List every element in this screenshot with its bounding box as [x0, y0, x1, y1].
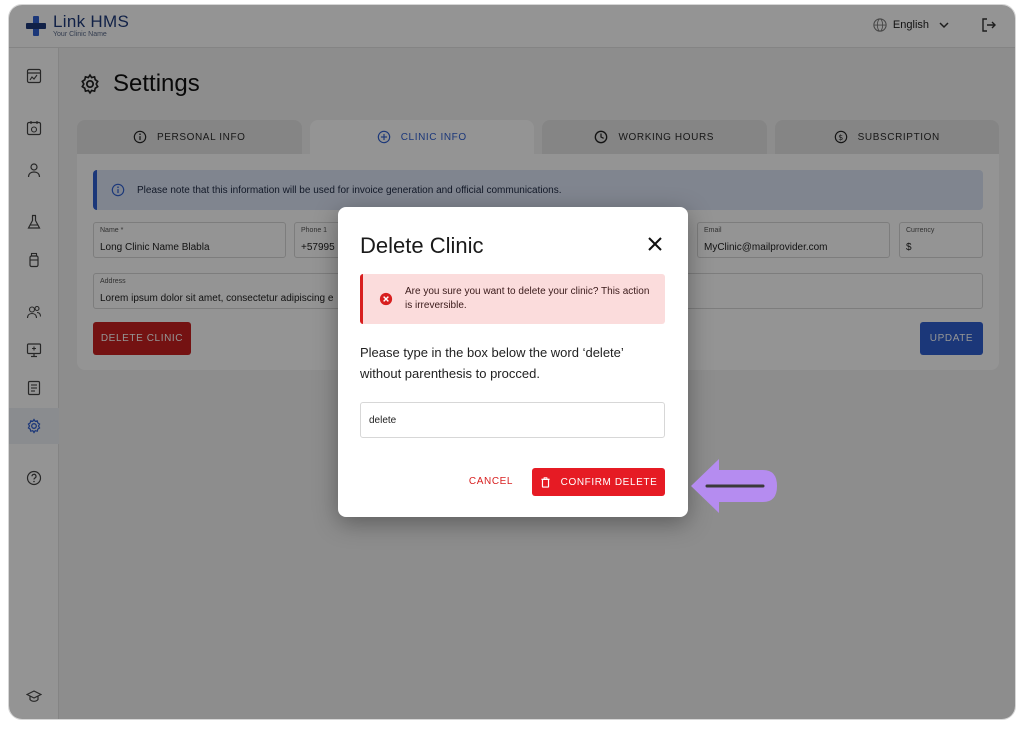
close-icon[interactable]: [646, 235, 664, 253]
trash-icon: [541, 476, 550, 488]
pointer-arrow-icon: [691, 459, 777, 513]
dialog-instructions: Please type in the box below the word ‘d…: [360, 345, 624, 381]
error-alert-text: Are you sure you want to delete your cli…: [405, 286, 650, 311]
confirm-delete-input[interactable]: [360, 402, 665, 438]
cancel-button[interactable]: CANCEL: [462, 467, 520, 495]
error-alert: Are you sure you want to delete your cli…: [360, 274, 665, 324]
confirm-delete-button[interactable]: CONFIRM DELETE: [532, 468, 665, 496]
error-icon: [379, 292, 393, 306]
confirm-delete-label: CONFIRM DELETE: [560, 476, 658, 488]
dialog-title: Delete Clinic: [360, 233, 484, 258]
app-window: Link HMS Your Clinic Name English Settin…: [8, 4, 1016, 720]
delete-clinic-dialog: Delete Clinic Are you sure you want to d…: [338, 207, 688, 517]
